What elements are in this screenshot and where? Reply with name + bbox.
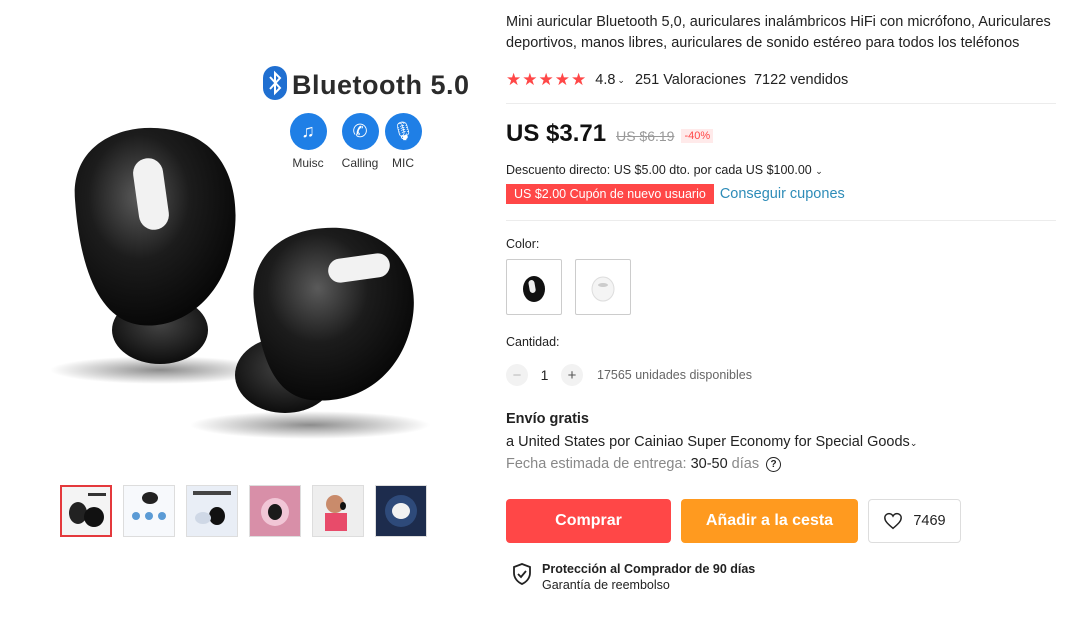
- rating-summary: ★★★★★ 4.8 ⌄ 251 Valoraciones 7122 vendid…: [506, 70, 848, 90]
- coupon-row: US $2.00 Cupón de nuevo usuario Consegui…: [506, 184, 845, 204]
- microphone-icon: 🎙: [384, 113, 422, 150]
- wishlist-count: 7469: [913, 513, 946, 529]
- banner-title: Bluetooth 5.0: [292, 70, 470, 100]
- feature-label: MIC: [392, 156, 414, 170]
- stock-available: 17565 unidades disponibles: [597, 368, 752, 382]
- thumbnail[interactable]: [60, 485, 112, 537]
- eta-label: Fecha estimada de entrega:: [506, 456, 687, 472]
- feature-music: ♫ Muisc: [278, 113, 338, 170]
- shipping-title: Envío gratis: [506, 411, 589, 427]
- quantity-label: Cantidad:: [506, 335, 560, 349]
- main-product-image[interactable]: [40, 40, 460, 470]
- feature-label: Muisc: [292, 156, 324, 170]
- buyer-protection: Protección al Comprador de 90 días Garan…: [512, 562, 755, 593]
- earbuds-illustration: [50, 127, 430, 439]
- color-swatches: [506, 259, 631, 315]
- delivery-estimate: Fecha estimada de entrega: 30-50 días ?: [506, 456, 782, 472]
- feature-mic: 🎙 MIC: [373, 113, 433, 170]
- buy-now-button[interactable]: Comprar: [506, 499, 671, 543]
- product-gallery: Bluetooth 5.0 ♫ Muisc ✆ Calling 🎙 MIC: [0, 0, 490, 619]
- help-icon[interactable]: ?: [766, 456, 782, 472]
- protection-title: Protección al Comprador de 90 días: [542, 562, 756, 576]
- divider: [506, 220, 1056, 221]
- chevron-down-icon[interactable]: ⌄: [910, 438, 918, 448]
- color-label: Color:: [506, 237, 540, 251]
- decrease-quantity-button[interactable]: −: [506, 364, 528, 386]
- current-price: US $3.71: [506, 120, 607, 147]
- get-coupons-link[interactable]: Conseguir cupones: [720, 186, 845, 202]
- heart-icon: [884, 512, 903, 530]
- eta-unit: días: [731, 456, 760, 472]
- shipping-destination[interactable]: a United States por Cainiao Super Econom…: [506, 434, 917, 450]
- color-option-white[interactable]: [575, 259, 631, 315]
- thumbnail[interactable]: [312, 485, 364, 537]
- eta-value: 30-50: [690, 456, 728, 472]
- direct-discount-text: Descuento directo: US $5.00 dto. por cad…: [506, 163, 812, 177]
- rating-score[interactable]: 4.8: [595, 72, 615, 88]
- add-to-cart-button[interactable]: Añadir a la cesta: [681, 499, 858, 543]
- thumbnail[interactable]: [249, 485, 301, 537]
- chevron-down-icon[interactable]: ⌄: [815, 166, 823, 176]
- discount-badge: -40%: [681, 129, 714, 143]
- shield-check-icon: [513, 563, 531, 585]
- wishlist-button[interactable]: 7469: [868, 499, 961, 543]
- star-icon: ★: [506, 70, 522, 89]
- star-icon: ★: [522, 70, 538, 89]
- new-user-coupon-badge: US $2.00 Cupón de nuevo usuario: [506, 184, 714, 204]
- reviews-count[interactable]: 251 Valoraciones: [635, 72, 746, 88]
- shipping-destination-text: a United States por Cainiao Super Econom…: [506, 434, 910, 450]
- thumbnail[interactable]: [375, 485, 427, 537]
- original-price: US $6.19: [616, 128, 675, 144]
- product-title: Mini auricular Bluetooth 5,0, auriculare…: [506, 14, 1051, 51]
- bluetooth-icon: [263, 66, 287, 100]
- star-rating: ★★★★★: [506, 70, 587, 90]
- music-note-icon: ♫: [289, 113, 327, 150]
- divider: [506, 103, 1056, 104]
- thumbnail[interactable]: [123, 485, 175, 537]
- thumbnail-strip: [60, 485, 427, 537]
- star-icon: ★: [538, 70, 554, 89]
- color-option-black[interactable]: [506, 259, 562, 315]
- increase-quantity-button[interactable]: +: [561, 364, 583, 386]
- star-icon: ★: [571, 70, 587, 89]
- star-icon: ★: [554, 70, 570, 89]
- direct-discount[interactable]: Descuento directo: US $5.00 dto. por cad…: [506, 163, 823, 177]
- sold-count: 7122 vendidos: [753, 72, 849, 88]
- protection-subtitle: Garantía de reembolso: [542, 578, 670, 592]
- chevron-down-icon[interactable]: ⌄: [617, 75, 625, 86]
- price-row: US $3.71 US $6.19 -40%: [506, 120, 714, 148]
- quantity-stepper: − 1 + 17565 unidades disponibles: [506, 364, 752, 386]
- quantity-value[interactable]: 1: [528, 367, 561, 383]
- thumbnail[interactable]: [186, 485, 238, 537]
